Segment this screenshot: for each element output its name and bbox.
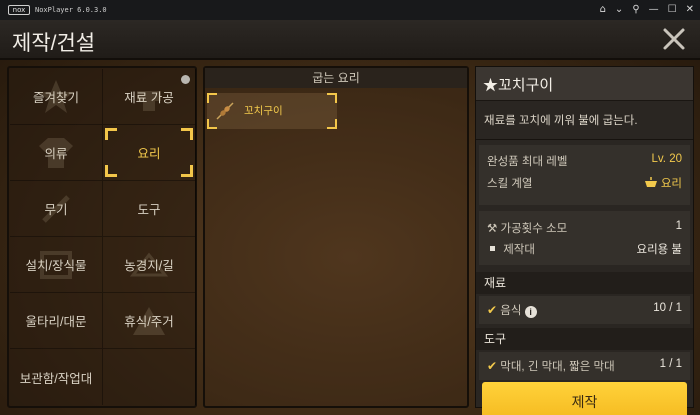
category-installations[interactable]: 설치/장식물 [10, 237, 103, 293]
shirt-icon [39, 138, 73, 168]
check-icon: ✔ [487, 303, 498, 317]
field-icon [129, 252, 169, 277]
recipe-list-header: 굽는 요리 [205, 68, 467, 88]
skill-value-wrap: 요리 [644, 175, 682, 191]
category-rest-housing[interactable]: 휴식/주거 [103, 293, 196, 349]
category-panel: 즐겨찾기 재료 가공 의류 요리 무기 [7, 66, 197, 408]
selection-corner [327, 119, 337, 129]
close-icon[interactable] [660, 25, 688, 53]
materials-header: 재료 [476, 272, 693, 294]
check-icon: ✔ [487, 359, 498, 373]
category-farmland[interactable]: 농경지/길 [103, 237, 196, 293]
recipe-detail-panel: ★꼬치구이 재료를 꼬치에 끼워 불에 굽는다. 완성품 최대 레벨 Lv. 2… [475, 66, 694, 408]
selection-corner [105, 128, 117, 140]
divider [476, 139, 693, 140]
material-count: 10 / 1 [653, 302, 682, 314]
crafting-requirements-box: ⚒ 가공횟수 소모 1 제작대 요리용 불 [479, 211, 690, 265]
recipe-title-bar: ★꼬치구이 [476, 67, 693, 101]
craft-count-label-wrap: ⚒ 가공횟수 소모 [487, 220, 567, 236]
sword-icon [42, 195, 70, 223]
nox-logo: nox [8, 5, 30, 15]
recipe-stats-box: 완성품 최대 레벨 Lv. 20 스킬 계열 요리 [479, 145, 690, 205]
category-clothing[interactable]: 의류 [10, 125, 103, 181]
cooking-pot-icon [644, 177, 657, 187]
info-icon[interactable]: i [524, 306, 537, 318]
category-favorites[interactable]: 즐겨찾기 [10, 69, 103, 125]
max-level-value: Lv. 20 [651, 153, 682, 165]
selection-corner [327, 93, 337, 103]
workbench-label-wrap: 제작대 [487, 241, 535, 257]
recipe-list-panel: 굽는 요리 꼬치구이 [203, 66, 469, 408]
craft-count-row: ⚒ 가공횟수 소모 1 [487, 220, 682, 236]
selection-corner [181, 165, 193, 177]
close-icon[interactable]: ✕ [686, 5, 694, 15]
category-storage-workbench[interactable]: 보관함/작업대 [10, 349, 103, 405]
anvil-icon [137, 91, 161, 111]
tool-row: ✔ 막대, 긴 막대, 짧은 막대 1 / 1 [487, 358, 682, 374]
tool-name-wrap: ✔ 막대, 긴 막대, 짧은 막대 [487, 358, 615, 374]
category-grid: 즐겨찾기 재료 가공 의류 요리 무기 [10, 69, 196, 405]
maximize-icon[interactable]: ☐ [668, 5, 677, 15]
tool-count: 1 / 1 [659, 358, 682, 370]
page-header: 제작/건설 [0, 20, 700, 60]
frame-icon [40, 251, 72, 279]
emulator-title: NoxPlayer 6.0.3.0 [35, 6, 107, 14]
page-title: 제작/건설 [12, 32, 96, 55]
material-row: ✔ 음식 i 10 / 1 [487, 302, 682, 318]
selection-corner [181, 128, 193, 140]
material-name-wrap: ✔ 음식 i [487, 302, 537, 318]
selection-corner [105, 165, 117, 177]
category-fences[interactable]: 울타리/대문 [10, 293, 103, 349]
chevron-down-icon[interactable]: ⌄ [615, 5, 623, 15]
craft-count-value: 1 [675, 220, 682, 232]
category-label: 도구 [137, 203, 161, 217]
bullet-icon [490, 246, 495, 251]
home-icon[interactable]: ⌂ [600, 5, 606, 15]
recipe-name: 꼬치구이 [244, 105, 283, 117]
emulator-title-bar: nox NoxPlayer 6.0.3.0 ⌂ ⌄ ⚲ — ☐ ✕ [0, 0, 700, 20]
workbench-label: 제작대 [503, 244, 535, 256]
tool-row-box: ✔ 막대, 긴 막대, 짧은 막대 1 / 1 [479, 352, 690, 380]
material-name: 음식 [500, 305, 522, 317]
workbench-value: 요리용 불 [636, 244, 682, 256]
skewer-icon [216, 102, 234, 120]
minimize-icon[interactable]: — [649, 5, 659, 15]
pin-icon[interactable]: ⚲ [632, 5, 639, 15]
category-empty-slot [103, 349, 196, 405]
category-cooking[interactable]: 요리 [103, 125, 196, 181]
recipe-title: ★꼬치구이 [483, 77, 554, 94]
category-material-processing[interactable]: 재료 가공 [103, 69, 196, 125]
tent-icon [133, 307, 165, 335]
category-weapons[interactable]: 무기 [10, 181, 103, 237]
category-tools[interactable]: 도구 [103, 181, 196, 237]
star-icon [38, 80, 74, 113]
game-screen: 제작/건설 즐겨찾기 재료 가공 의류 [0, 20, 700, 415]
hammer-icon: ⚒ [487, 223, 498, 235]
max-level-row: 완성품 최대 레벨 Lv. 20 [487, 153, 682, 169]
skill-label: 스킬 계열 [487, 178, 533, 190]
category-label: 울타리/대문 [25, 315, 87, 329]
recipe-item-skewer[interactable]: 꼬치구이 [207, 93, 337, 129]
skill-value: 요리 [660, 178, 682, 190]
craft-button[interactable]: 제작 [482, 382, 687, 415]
recipe-description: 재료를 꼬치에 끼워 불에 굽는다. [484, 115, 638, 127]
max-level-label: 완성품 최대 레벨 [487, 156, 568, 168]
category-label: 요리 [137, 147, 161, 161]
category-label: 보관함/작업대 [19, 371, 93, 386]
tools-header: 도구 [476, 328, 693, 350]
craft-count-label: 가공횟수 소모 [500, 223, 568, 235]
material-row-box: ✔ 음식 i 10 / 1 [479, 296, 690, 324]
tool-name: 막대, 긴 막대, 짧은 막대 [500, 361, 615, 373]
skill-row: 스킬 계열 요리 [487, 175, 682, 191]
notification-dot [181, 75, 190, 84]
workbench-row: 제작대 요리용 불 [487, 241, 682, 257]
